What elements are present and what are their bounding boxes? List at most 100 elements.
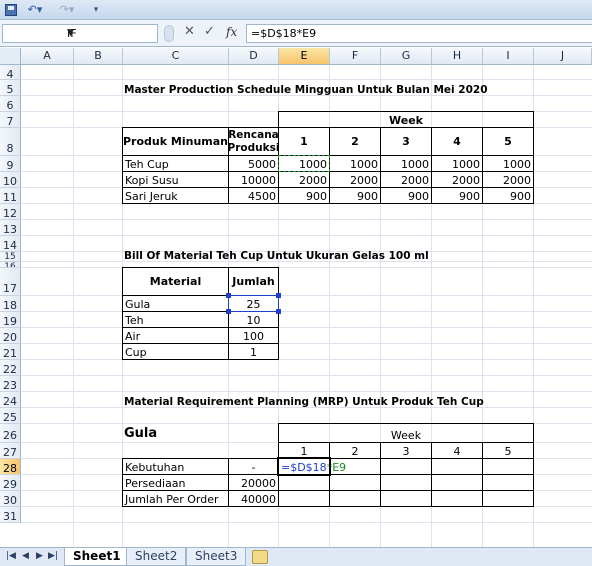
mps-value-cell[interactable]: 1000 (329, 155, 381, 172)
mps-plan-cell[interactable]: 4500 (228, 187, 279, 204)
row-header-4[interactable]: 4 (0, 65, 21, 81)
column-header-a[interactable]: A (21, 48, 74, 65)
mrp-week-cell[interactable] (431, 490, 483, 507)
mrp-week-cell[interactable] (482, 490, 534, 507)
insert-sheet-icon[interactable] (252, 550, 268, 564)
mrp-week-cell[interactable] (329, 490, 381, 507)
undo-button[interactable]: ↶▾ (24, 2, 46, 18)
mps-product-cell[interactable]: Teh Cup (122, 155, 229, 172)
last-sheet-icon[interactable]: ▶| (48, 551, 58, 561)
customize-toolbar-button[interactable]: ▾ (90, 2, 102, 18)
bom-material-cell[interactable]: Teh (122, 311, 229, 328)
mrp-item-name[interactable]: Gula (122, 423, 229, 443)
reference-handle[interactable] (276, 309, 281, 314)
mrp-week-cell[interactable] (329, 474, 381, 491)
mrp-week-header[interactable]: Week (278, 423, 534, 443)
tab-sheet2[interactable]: Sheet2 (126, 548, 187, 566)
mrp-week-cell[interactable] (380, 458, 432, 475)
row-header-27[interactable]: 27 (0, 443, 21, 459)
mrp-row-value[interactable]: 40000 (228, 490, 279, 507)
mps-value-cell[interactable]: 2000 (329, 171, 381, 188)
row-header-10[interactable]: 10 (0, 172, 21, 188)
first-sheet-icon[interactable]: |◀ (6, 551, 16, 561)
row-header-28[interactable]: 28 (0, 459, 21, 475)
mrp-title[interactable]: Material Requirement Planning (MRP) Untu… (122, 391, 592, 408)
bom-qty-cell[interactable]: 10 (228, 311, 279, 328)
mrp-row-value[interactable]: - (228, 458, 279, 475)
mps-value-cell[interactable]: 900 (329, 187, 381, 204)
name-box[interactable]: IF ▼ (2, 24, 158, 43)
redo-button[interactable]: ↷▾ (56, 2, 78, 18)
mrp-row-label[interactable]: Kebutuhan (122, 458, 229, 475)
row-header-8[interactable]: 8 (0, 128, 21, 156)
mrp-week-2[interactable]: 2 (329, 442, 381, 459)
column-header-c[interactable]: C (123, 48, 229, 65)
bom-qty-cell[interactable]: 100 (228, 327, 279, 344)
mrp-week-cell[interactable] (278, 490, 330, 507)
mrp-row-label[interactable]: Persediaan (122, 474, 229, 491)
mps-plan-cell[interactable]: 5000 (228, 155, 279, 172)
tab-sheet1[interactable]: Sheet1 (64, 548, 130, 566)
row-header-12[interactable]: 12 (0, 204, 21, 220)
cancel-icon[interactable]: ✕ (184, 24, 195, 39)
mps-week-header[interactable]: Week (278, 111, 534, 128)
mps-product-header[interactable]: Produk Minuman (122, 127, 229, 156)
mps-value-cell[interactable]: 1000 (380, 155, 432, 172)
bom-qty-cell[interactable]: 1 (228, 343, 279, 360)
mps-product-cell[interactable]: Sari Jeruk (122, 187, 229, 204)
tab-sheet3[interactable]: Sheet3 (186, 548, 247, 566)
formula-input[interactable]: =$D$18*E9 (246, 24, 592, 43)
row-header-21[interactable]: 21 (0, 344, 21, 360)
row-header-22[interactable]: 22 (0, 360, 21, 376)
mrp-week-5[interactable]: 5 (482, 442, 534, 459)
save-button[interactable] (3, 2, 19, 18)
row-header-13[interactable]: 13 (0, 220, 21, 236)
column-header-j[interactable]: J (534, 48, 592, 65)
mrp-week-cell[interactable] (482, 458, 534, 475)
mps-plan-header[interactable]: Rencana Produksi (228, 127, 279, 156)
column-header-h[interactable]: H (432, 48, 483, 65)
column-header-e[interactable]: E (279, 48, 330, 65)
mps-week-1[interactable]: 1 (278, 127, 330, 156)
mrp-week-3[interactable]: 3 (380, 442, 432, 459)
bom-qty-header[interactable]: Jumlah (228, 267, 279, 296)
mrp-week-cell[interactable] (431, 458, 483, 475)
mps-value-cell[interactable]: 900 (431, 187, 483, 204)
row-header-15[interactable]: 15 (0, 252, 21, 262)
reference-handle[interactable] (226, 293, 231, 298)
row-header-11[interactable]: 11 (0, 188, 21, 204)
enter-icon[interactable]: ✓ (204, 24, 215, 39)
splitter-handle[interactable] (164, 25, 174, 42)
row-header-17[interactable]: 17 (0, 268, 21, 296)
row-header-24[interactable]: 24 (0, 392, 21, 408)
select-all-corner[interactable] (0, 48, 21, 65)
row-header-26[interactable]: 26 (0, 424, 21, 443)
mps-product-cell[interactable]: Kopi Susu (122, 171, 229, 188)
bom-material-header[interactable]: Material (122, 267, 229, 296)
mps-week-2[interactable]: 2 (329, 127, 381, 156)
chevron-down-icon[interactable]: ▼ (67, 28, 155, 38)
row-header-18[interactable]: 18 (0, 296, 21, 312)
mps-week-5[interactable]: 5 (482, 127, 534, 156)
mps-value-cell[interactable]: 1000 (482, 155, 534, 172)
row-header-5[interactable]: 5 (0, 80, 21, 96)
mps-week-4[interactable]: 4 (431, 127, 483, 156)
row-header-29[interactable]: 29 (0, 475, 21, 491)
mrp-row-label[interactable]: Jumlah Per Order (122, 490, 229, 507)
mps-value-cell[interactable]: 2000 (482, 171, 534, 188)
bom-material-cell[interactable]: Gula (122, 295, 229, 312)
mps-value-cell[interactable]: 2000 (431, 171, 483, 188)
mrp-week-cell[interactable] (278, 474, 330, 491)
row-header-20[interactable]: 20 (0, 328, 21, 344)
insert-function-icon[interactable]: fx (226, 25, 237, 39)
mrp-week-cell[interactable] (482, 474, 534, 491)
bom-material-cell[interactable]: Air (122, 327, 229, 344)
reference-handle[interactable] (226, 309, 231, 314)
mrp-week-cell[interactable] (329, 458, 381, 475)
mrp-week-cell[interactable] (380, 490, 432, 507)
mps-value-cell[interactable]: 900 (278, 187, 330, 204)
mps-value-cell[interactable]: 2000 (278, 171, 330, 188)
mrp-week-cell[interactable] (380, 474, 432, 491)
row-header-30[interactable]: 30 (0, 491, 21, 507)
row-header-14[interactable]: 14 (0, 236, 21, 252)
